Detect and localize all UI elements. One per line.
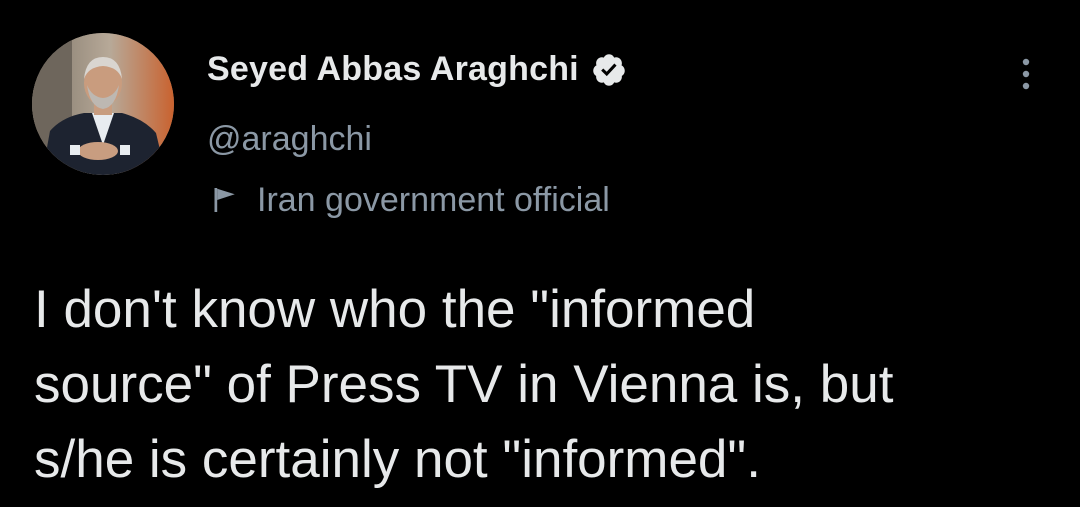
- tweet-card: Seyed Abbas Araghchi @araghchi Iran gove…: [0, 0, 1080, 507]
- account-label-text[interactable]: Iran government official: [257, 181, 610, 220]
- more-options-icon[interactable]: [1008, 56, 1044, 96]
- account-label[interactable]: Iran government official: [207, 178, 610, 222]
- author-handle[interactable]: @araghchi: [207, 120, 372, 159]
- verified-badge-icon: [591, 52, 627, 88]
- author-name-row[interactable]: Seyed Abbas Araghchi: [207, 50, 627, 89]
- flag-icon: [207, 182, 243, 218]
- author-display-name[interactable]: Seyed Abbas Araghchi: [207, 50, 579, 89]
- tweet-text: I don't know who the "informed source" o…: [34, 280, 894, 489]
- avatar-photo: [32, 33, 174, 175]
- avatar[interactable]: [32, 33, 174, 175]
